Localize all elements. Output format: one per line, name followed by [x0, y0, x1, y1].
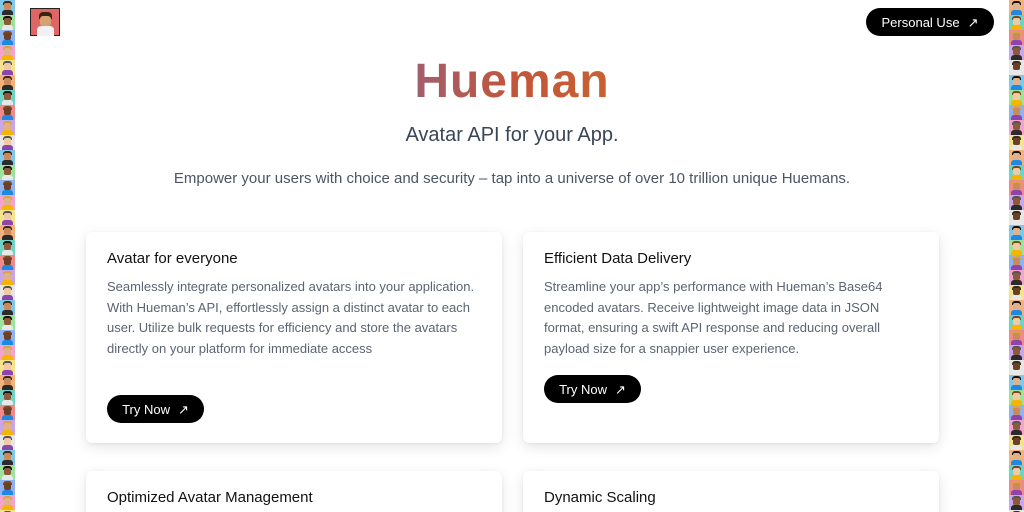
- avatar-tile: [1009, 360, 1024, 375]
- avatar-tile: [0, 450, 15, 465]
- avatar-tile: [1009, 285, 1024, 300]
- try-now-label: Try Now: [122, 401, 170, 417]
- avatar-tile: [1009, 390, 1024, 405]
- avatar-tile: [0, 495, 15, 510]
- card-dynamic-scaling: Dynamic Scaling: [523, 471, 939, 512]
- arrow-up-right-icon: ↗: [178, 401, 189, 417]
- avatar-tile: [0, 255, 15, 270]
- avatar-tile: [1009, 300, 1024, 315]
- card-title: Efficient Data Delivery: [544, 250, 692, 267]
- avatar-tile: [1009, 435, 1024, 450]
- avatar-tile: [1009, 270, 1024, 285]
- avatar-tile: [0, 225, 15, 240]
- avatar-tile: [1009, 480, 1024, 495]
- avatar-tile: [1009, 345, 1024, 360]
- avatar-tile: [0, 285, 15, 300]
- card-title: Optimized Avatar Management: [107, 489, 313, 506]
- avatar-tile: [0, 300, 15, 315]
- personal-use-label: Personal Use: [881, 14, 960, 30]
- avatar-tile: [1009, 0, 1024, 15]
- avatar-tile: [1009, 450, 1024, 465]
- avatar-tile: [1009, 195, 1024, 210]
- card-efficient-data-delivery: Efficient Data Delivery Streamline your …: [523, 232, 939, 443]
- brand-title: Hueman: [0, 54, 1024, 109]
- card-optimized-avatar-management: Optimized Avatar Management: [86, 471, 502, 512]
- avatar-tile: [1009, 210, 1024, 225]
- avatar-tile: [1009, 330, 1024, 345]
- avatar-tile: [0, 15, 15, 30]
- avatar-tile: [0, 435, 15, 450]
- avatar-tile: [1009, 315, 1024, 330]
- card-text: Seamlessly integrate personalized avatar…: [107, 279, 475, 356]
- avatar-tile: [1009, 255, 1024, 270]
- card-title: Avatar for everyone: [107, 250, 238, 267]
- avatar-tile: [0, 330, 15, 345]
- card-title: Dynamic Scaling: [544, 489, 656, 506]
- avatar-tile: [0, 195, 15, 210]
- avatar-tile: [0, 405, 15, 420]
- avatar-tile: [0, 240, 15, 255]
- avatar-tile: [1009, 150, 1024, 165]
- avatar-tile: [0, 210, 15, 225]
- arrow-up-right-icon: ↗: [967, 14, 979, 30]
- avatar-tile: [1009, 420, 1024, 435]
- avatar-tile: [1009, 15, 1024, 30]
- avatar-tile: [0, 375, 15, 390]
- personal-use-button[interactable]: Personal Use ↗: [866, 8, 994, 36]
- avatar-tile: [1009, 240, 1024, 255]
- card-text: Streamline your app’s performance with H…: [544, 279, 883, 356]
- subtitle: Empower your users with choice and secur…: [173, 170, 851, 187]
- avatar-tile: [1009, 465, 1024, 480]
- avatar-tile: [0, 150, 15, 165]
- avatar-tile: [0, 0, 15, 15]
- avatar-tile: [1009, 375, 1024, 390]
- avatar-tile: [1009, 495, 1024, 510]
- avatar-tile: [0, 465, 15, 480]
- avatar-tile: [0, 480, 15, 495]
- avatar-tile: [0, 390, 15, 405]
- tagline: Avatar API for your App.: [405, 124, 619, 146]
- logo-avatar[interactable]: [30, 8, 60, 36]
- avatar-tile: [1009, 30, 1024, 45]
- card-avatar-for-everyone: Avatar for everyone Seamlessly integrate…: [86, 232, 502, 443]
- try-now-button[interactable]: Try Now ↗: [107, 395, 204, 423]
- avatar-tile: [0, 315, 15, 330]
- arrow-up-right-icon: ↗: [615, 381, 626, 397]
- avatar-tile: [0, 360, 15, 375]
- avatar-tile: [0, 30, 15, 45]
- avatar-tile: [0, 345, 15, 360]
- avatar-tile: [1009, 225, 1024, 240]
- avatar-tile: [1009, 405, 1024, 420]
- try-now-label: Try Now: [559, 381, 607, 397]
- avatar-tile: [0, 270, 15, 285]
- avatar-tile: [0, 420, 15, 435]
- try-now-button[interactable]: Try Now ↗: [544, 375, 641, 403]
